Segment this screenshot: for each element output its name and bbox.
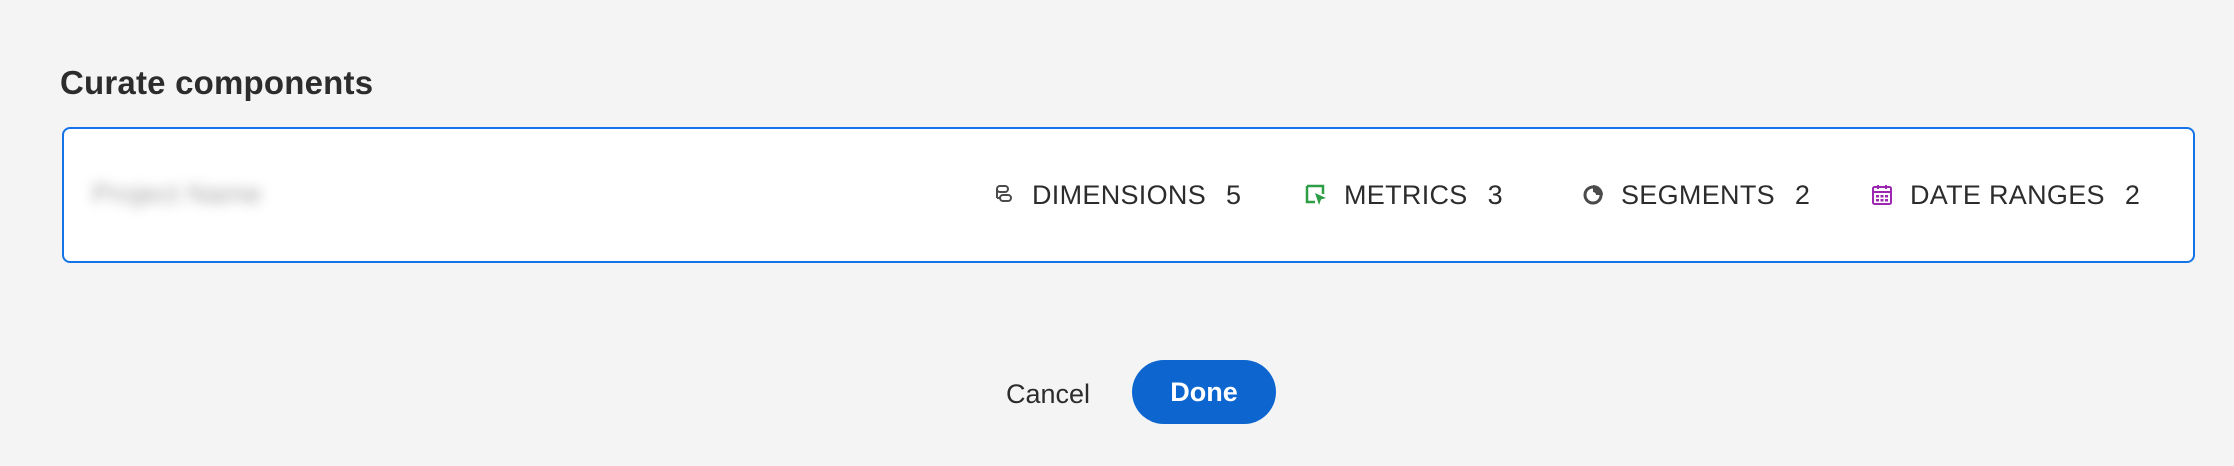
metrics-label: METRICS: [1344, 179, 1468, 210]
project-card[interactable]: Project Name DIMENSIONS 5 METRICS 3 SEGM…: [62, 127, 2195, 263]
segments-stat: SEGMENTS 2: [1581, 129, 1810, 261]
project-name-redacted: Project Name: [92, 178, 262, 209]
dimensions-stat: DIMENSIONS 5: [992, 129, 1241, 261]
segments-icon: [1581, 183, 1605, 207]
segments-count: 2: [1794, 179, 1810, 210]
cancel-button[interactable]: Cancel: [1000, 372, 1096, 416]
date-ranges-icon: [1870, 183, 1894, 207]
dialog-title: Curate components: [60, 64, 374, 101]
metrics-icon: [1304, 183, 1328, 207]
done-button[interactable]: Done: [1132, 360, 1276, 424]
dimensions-count: 5: [1226, 179, 1242, 210]
date-ranges-count: 2: [2124, 179, 2140, 210]
date-ranges-stat: DATE RANGES 2: [1870, 129, 2140, 261]
segments-label: SEGMENTS: [1621, 179, 1775, 210]
metrics-count: 3: [1487, 179, 1503, 210]
metrics-stat: METRICS 3: [1304, 129, 1503, 261]
dimensions-label: DIMENSIONS: [1032, 179, 1207, 210]
date-ranges-label: DATE RANGES: [1910, 179, 2105, 210]
dimensions-icon: [992, 183, 1016, 207]
